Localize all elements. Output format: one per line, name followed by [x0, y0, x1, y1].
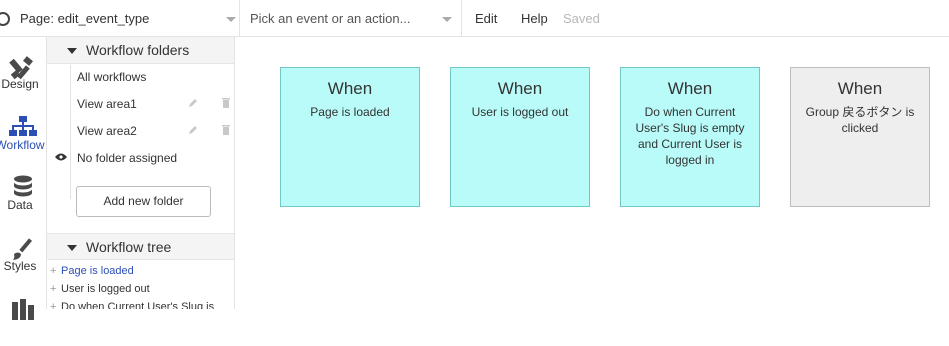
chevron-down-icon — [442, 17, 452, 22]
workflow-tree-title: Workflow tree — [86, 239, 172, 255]
nav-plugins[interactable] — [0, 286, 47, 346]
workflow-sidebar: Workflow folders All workflows View area… — [47, 37, 235, 309]
expand-plus-icon[interactable]: + — [50, 301, 61, 309]
event-action-dropdown[interactable]: Pick an event or an action... — [241, 0, 462, 37]
event-card-description: User is logged out — [471, 105, 569, 119]
left-nav-rail: Design Workflow Data Styles — [0, 37, 47, 320]
plugins-icon — [12, 299, 34, 320]
pencil-icon[interactable] — [188, 125, 198, 135]
folder-view-area1[interactable]: View area1 — [77, 97, 137, 111]
save-status: Saved — [563, 11, 600, 26]
help-menu[interactable]: Help — [521, 0, 548, 37]
event-card-when: When — [667, 79, 713, 98]
page-dropdown-label: Page: edit_event_type — [20, 11, 150, 26]
event-card-user-logged-out[interactable]: When User is logged out — [450, 67, 590, 207]
workflow-tree-header[interactable]: Workflow tree — [47, 233, 234, 260]
folder-view-area2[interactable]: View area2 — [77, 124, 137, 138]
event-card-when: When — [837, 79, 883, 98]
caret-down-icon — [67, 48, 77, 54]
nav-data[interactable]: Data — [0, 164, 47, 224]
workflow-folders-title: Workflow folders — [86, 42, 190, 58]
event-card-page-is-loaded[interactable]: When Page is loaded — [280, 67, 420, 207]
nav-workflow[interactable]: Workflow — [0, 104, 47, 164]
eye-icon[interactable] — [55, 153, 67, 161]
chevron-down-icon — [226, 17, 236, 22]
nav-design[interactable]: Design — [0, 45, 47, 105]
event-card-description: Group 戻るボタン is clicked — [805, 105, 915, 135]
event-card-do-when-condition[interactable]: When Do when Current User's Slug is empt… — [620, 67, 760, 207]
tree-item-page-is-loaded[interactable]: + Page is loaded — [50, 265, 134, 277]
event-card-group-clicked[interactable]: When Group 戻るボタン is clicked — [790, 67, 930, 207]
event-card-description: Page is loaded — [310, 105, 390, 119]
workflow-canvas[interactable]: When Page is loaded When User is logged … — [236, 37, 949, 309]
tree-item-do-when-slug-empty[interactable]: + Do when Current User's Slug is — [50, 301, 214, 309]
tree-item-user-is-logged-out[interactable]: + User is logged out — [50, 283, 150, 295]
event-card-when: When — [497, 79, 543, 98]
event-card-when: When — [327, 79, 373, 98]
trash-icon[interactable] — [221, 124, 231, 135]
top-bar: Page: edit_event_type Pick an event or a… — [0, 0, 949, 37]
page-dropdown[interactable]: Page: edit_event_type — [14, 0, 240, 37]
nav-styles[interactable]: Styles — [0, 226, 47, 286]
folder-no-folder-assigned[interactable]: No folder assigned — [77, 151, 177, 165]
nav-workflow-label: Workflow — [0, 138, 45, 152]
folder-all-workflows[interactable]: All workflows — [77, 70, 146, 84]
edit-menu[interactable]: Edit — [475, 0, 497, 37]
caret-down-icon — [67, 245, 77, 251]
trash-icon[interactable] — [221, 97, 231, 108]
tree-item-label: Page is loaded — [61, 265, 134, 277]
workflow-folders-header[interactable]: Workflow folders — [47, 37, 234, 64]
pencil-icon[interactable] — [188, 98, 198, 108]
folder-divider — [70, 65, 71, 199]
app-logo-icon[interactable] — [0, 12, 10, 26]
expand-plus-icon[interactable]: + — [50, 283, 61, 295]
tree-item-label: User is logged out — [61, 283, 150, 295]
event-card-description: Do when Current User's Slug is empty and… — [635, 105, 745, 167]
nav-data-label: Data — [7, 198, 33, 212]
add-new-folder-button[interactable]: Add new folder — [76, 186, 211, 217]
expand-plus-icon[interactable]: + — [50, 265, 61, 277]
nav-styles-label: Styles — [3, 259, 37, 273]
nav-design-label: Design — [1, 77, 39, 91]
event-action-placeholder: Pick an event or an action... — [250, 11, 411, 26]
tree-item-label: Do when Current User's Slug is — [61, 301, 215, 309]
